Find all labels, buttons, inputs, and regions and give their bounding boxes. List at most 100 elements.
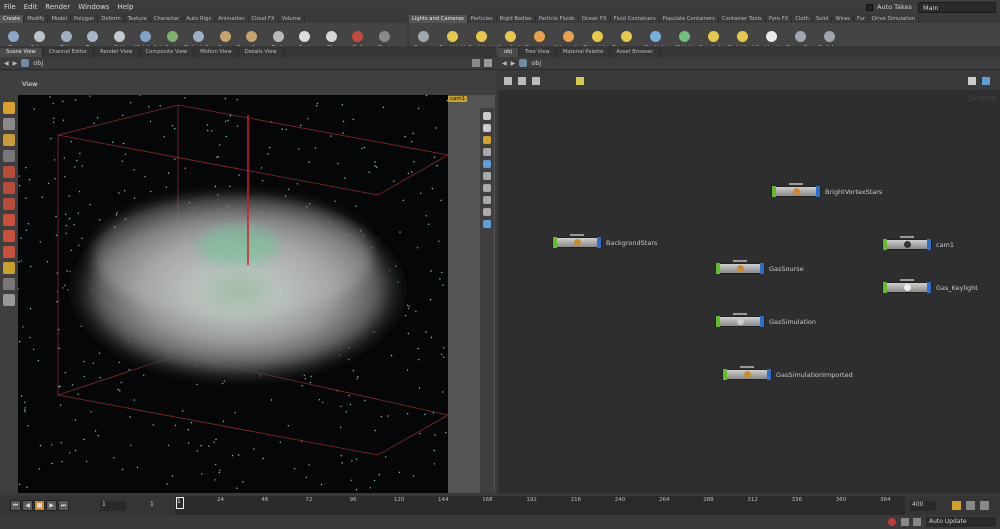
move-tool-icon[interactable] xyxy=(3,118,15,130)
node-input[interactable] xyxy=(570,234,584,236)
shelf-tab[interactable]: Drive Simulation xyxy=(869,15,920,23)
node-input[interactable] xyxy=(733,260,747,262)
node-input[interactable] xyxy=(900,236,914,238)
current-frame-field[interactable]: 1 xyxy=(100,501,126,511)
shelf-tab[interactable]: Populate Containers xyxy=(660,15,719,23)
auto-takes-toggle[interactable]: Auto Takes xyxy=(866,3,912,11)
add-icon[interactable] xyxy=(504,77,512,85)
menu-help[interactable]: Help xyxy=(113,3,137,11)
menu-windows[interactable]: Windows xyxy=(74,3,113,11)
magnet-tool-icon[interactable] xyxy=(3,230,15,242)
pane-tab[interactable]: Tree View xyxy=(519,48,557,57)
node-gas_keylight[interactable]: Gas_Keylight xyxy=(882,279,978,293)
shelf-tab[interactable]: Volume xyxy=(279,15,305,23)
normals-icon[interactable] xyxy=(483,184,491,192)
brush-tool-icon[interactable] xyxy=(3,198,15,210)
node-input[interactable] xyxy=(900,279,914,281)
render-tool-icon[interactable] xyxy=(3,262,15,274)
layout-icon[interactable] xyxy=(968,77,976,85)
wire-icon[interactable] xyxy=(483,160,491,168)
pane-tab[interactable]: Scene View xyxy=(0,48,43,57)
viewport-canvas[interactable] xyxy=(18,95,495,493)
node-render-flag[interactable] xyxy=(767,369,771,380)
end-frame-field[interactable]: 400 xyxy=(910,501,936,511)
cook-icon[interactable] xyxy=(901,518,909,526)
node-input[interactable] xyxy=(740,366,754,368)
node-body[interactable] xyxy=(715,316,765,327)
stop-render-icon[interactable] xyxy=(888,518,896,526)
playhead[interactable]: 1 xyxy=(176,497,184,509)
rotate-tool-icon[interactable] xyxy=(3,166,15,178)
key-icon[interactable] xyxy=(966,501,975,510)
shelf-tab[interactable]: Fur xyxy=(854,15,869,23)
display-icon[interactable] xyxy=(483,112,491,120)
note-icon[interactable] xyxy=(576,77,584,85)
camera-menu[interactable]: cam1 xyxy=(448,96,468,102)
scene-viewport[interactable]: cam1 xyxy=(18,95,495,493)
shelf-tab[interactable]: Model xyxy=(48,15,72,23)
shading-icon[interactable] xyxy=(483,124,491,132)
node-brightvortexstars[interactable]: BrightVortexStars xyxy=(771,183,882,197)
snapshot-icon[interactable] xyxy=(483,208,491,216)
view-icon[interactable] xyxy=(518,77,526,85)
node-render-flag[interactable] xyxy=(816,186,820,197)
forward-arrow-icon[interactable]: ▶ xyxy=(13,60,18,67)
pose-tool-icon[interactable] xyxy=(3,150,15,162)
shelf-tab[interactable]: Animation xyxy=(215,15,249,23)
network-editor[interactable]: Scene BrightVortexStars BackgrondStars cam… xyxy=(498,90,1000,493)
tools-icon[interactable] xyxy=(532,77,540,85)
shelf-tab[interactable]: Auto Rigs xyxy=(183,15,216,23)
layout2-icon[interactable] xyxy=(982,77,990,85)
back-arrow-icon[interactable]: ◀ xyxy=(4,60,9,67)
start-frame-field[interactable]: 1 xyxy=(150,501,154,508)
flipbook-tool-icon[interactable] xyxy=(3,278,15,290)
points-icon[interactable] xyxy=(483,196,491,204)
shelf-tab[interactable]: Cloth xyxy=(792,15,813,23)
node-backgrondstars[interactable]: BackgrondStars xyxy=(552,234,657,248)
pane-tab[interactable]: Material Palette xyxy=(557,48,611,57)
prev-frame-button[interactable]: ◀ xyxy=(22,500,33,511)
pane-tab[interactable]: Details View xyxy=(239,48,284,57)
shelf-tab[interactable]: Modify xyxy=(24,15,49,23)
node-body[interactable] xyxy=(771,186,821,197)
pane-tab[interactable]: Asset Browser xyxy=(610,48,661,57)
back-arrow-icon[interactable]: ◀ xyxy=(502,60,507,67)
camera-tool-icon[interactable] xyxy=(3,294,15,306)
next-frame-button[interactable]: ⏭ xyxy=(58,500,69,511)
frame-ruler[interactable]: 24 48 72 96 120 144 168 192 216 240 264 288 312 336 36… xyxy=(175,496,905,515)
node-cam1[interactable]: cam1 xyxy=(882,236,954,250)
shelf-tab[interactable]: Create xyxy=(0,15,25,23)
node-gassourse[interactable]: GasSourse xyxy=(715,260,804,274)
shelf-tab[interactable]: Cloud FX xyxy=(249,15,279,23)
scale-tool-icon[interactable] xyxy=(3,182,15,194)
node-input[interactable] xyxy=(789,183,803,185)
sync-icon[interactable] xyxy=(913,518,921,526)
node-gassimulationimported[interactable]: GasSimulationImported xyxy=(722,366,853,380)
first-frame-button[interactable]: ⏮ xyxy=(10,500,21,511)
menu-render[interactable]: Render xyxy=(41,3,74,11)
shelf-tab[interactable]: Lights and Cameras xyxy=(409,15,468,23)
forward-arrow-icon[interactable]: ▶ xyxy=(511,60,516,67)
shelf-tab[interactable]: Rigid Bodies xyxy=(497,15,536,23)
shelf-tab[interactable]: Polygon xyxy=(71,15,99,23)
shelf-tab[interactable]: Deform xyxy=(98,15,125,23)
display-options-icon[interactable] xyxy=(484,59,492,67)
menu-file[interactable]: File xyxy=(0,3,20,11)
pane-tab[interactable]: Render View xyxy=(94,48,140,57)
node-render-flag[interactable] xyxy=(927,239,931,250)
pane-tab[interactable]: obj xyxy=(498,48,519,57)
ghost-icon[interactable] xyxy=(483,148,491,156)
menu-edit[interactable]: Edit xyxy=(20,3,42,11)
node-body[interactable] xyxy=(715,263,765,274)
node-body[interactable] xyxy=(722,369,772,380)
node-render-flag[interactable] xyxy=(760,263,764,274)
node-body[interactable] xyxy=(552,237,602,248)
select-tool-icon[interactable] xyxy=(3,102,15,114)
take-selector[interactable]: Main xyxy=(918,2,996,13)
shelf-tab[interactable]: Particles xyxy=(468,15,497,23)
node-body[interactable] xyxy=(882,282,932,293)
shelf-tab[interactable]: Fluid Containers xyxy=(611,15,660,23)
auto-takes-checkbox[interactable] xyxy=(866,3,873,11)
node-gassimulation[interactable]: GasSimulation xyxy=(715,313,816,327)
pane-tab[interactable]: Composite View xyxy=(140,48,195,57)
